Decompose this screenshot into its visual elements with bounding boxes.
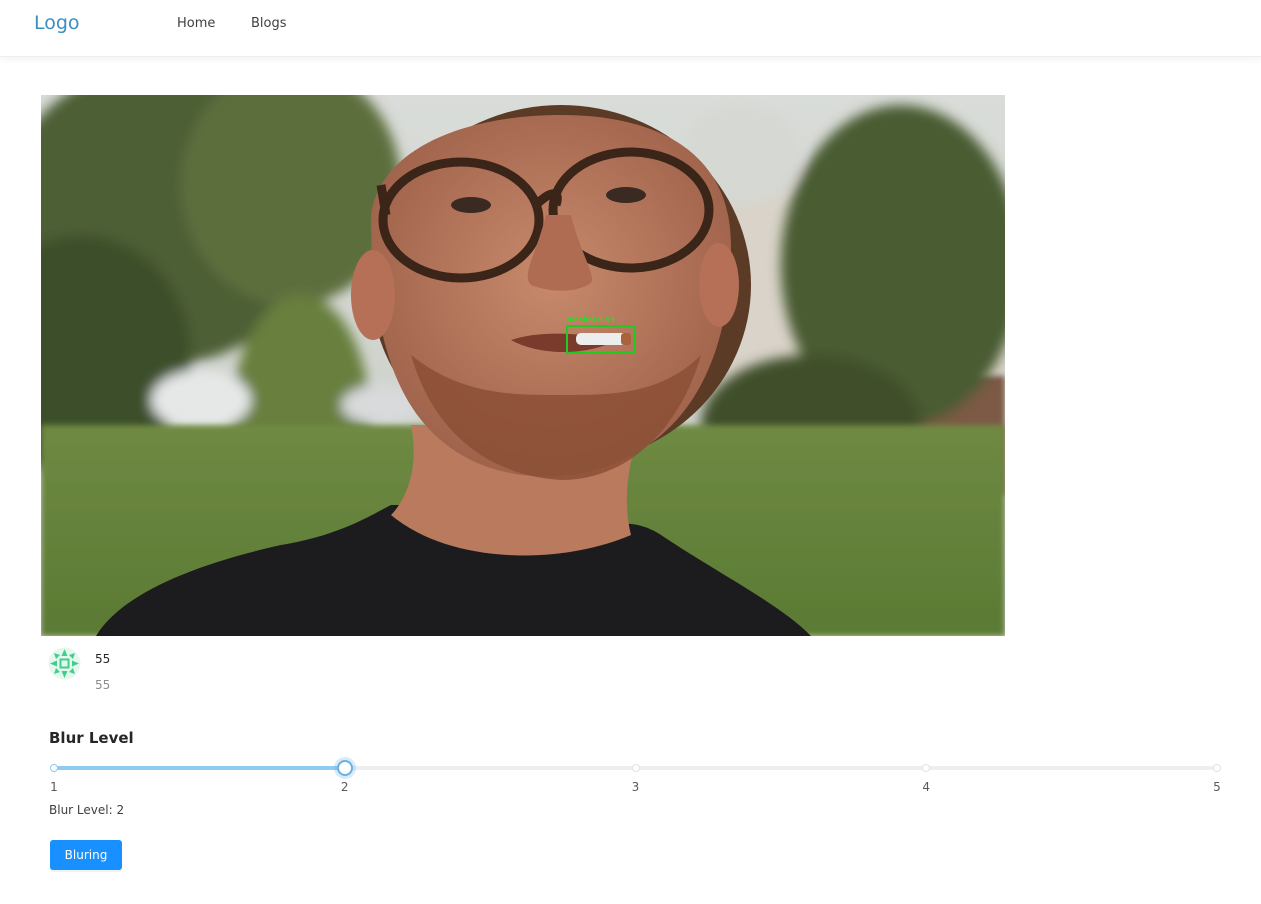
item-title: 55 bbox=[95, 652, 111, 666]
slider-mark-4[interactable]: 4 bbox=[922, 780, 930, 794]
slider-dot-1[interactable] bbox=[50, 764, 58, 772]
slider-mark-2[interactable]: 2 bbox=[341, 780, 349, 794]
slider-handle[interactable] bbox=[336, 760, 353, 776]
video-player[interactable]: alcohol 0.93 bbox=[41, 95, 1005, 636]
bluring-button[interactable]: Bluring bbox=[50, 840, 122, 870]
nav-link-home[interactable]: Home bbox=[177, 16, 215, 31]
blur-level-slider[interactable] bbox=[50, 759, 1221, 777]
item-description: 55 bbox=[95, 678, 111, 692]
nav-link-blogs[interactable]: Blogs bbox=[251, 16, 287, 31]
blur-level-value: Blur Level: 2 bbox=[49, 803, 125, 817]
logo[interactable]: Logo bbox=[34, 12, 80, 34]
slider-dot-3[interactable] bbox=[631, 764, 640, 772]
slider-mark-5[interactable]: 5 bbox=[1213, 780, 1221, 794]
slider-track bbox=[54, 766, 345, 770]
video-frame-image: alcohol 0.93 bbox=[41, 95, 1005, 636]
green-geometric-avatar-icon bbox=[48, 647, 81, 680]
top-navbar: Logo Home Blogs bbox=[0, 0, 1261, 57]
slider-mark-1[interactable]: 1 bbox=[50, 780, 58, 794]
slider-dot-4[interactable] bbox=[922, 764, 931, 772]
blur-level-heading: Blur Level bbox=[49, 729, 134, 747]
detection-label: alcohol 0.93 bbox=[567, 316, 615, 324]
slider-mark-3[interactable]: 3 bbox=[632, 780, 640, 794]
slider-dot-5[interactable] bbox=[1213, 764, 1221, 772]
